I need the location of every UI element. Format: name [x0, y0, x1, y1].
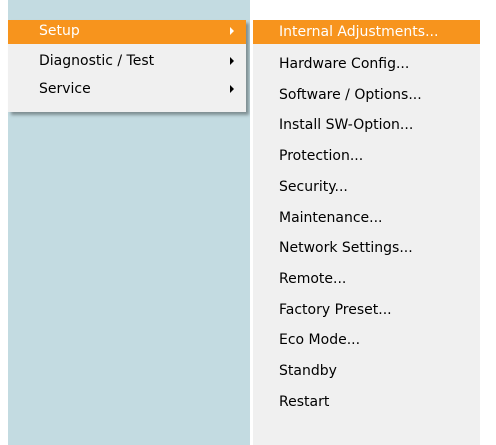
submenu-item-internal-adjustments[interactable]: Internal Adjustments...: [253, 20, 480, 44]
menu-item-label: Diagnostic / Test: [39, 53, 155, 69]
submenu-item-label: Eco Mode...: [279, 332, 361, 348]
submenu-item-label: Restart: [279, 394, 330, 410]
menu-item-service[interactable]: Service: [8, 78, 246, 102]
submenu-arrow-icon: [230, 27, 234, 35]
submenu-item-software-options[interactable]: Software / Options...: [253, 83, 480, 107]
submenu-item-label: Software / Options...: [279, 87, 422, 103]
menu-item-label: Setup: [39, 23, 80, 39]
submenu-item-security[interactable]: Security...: [253, 175, 480, 199]
submenu-item-label: Network Settings...: [279, 240, 413, 256]
submenu-item-factory-preset[interactable]: Factory Preset...: [253, 298, 480, 322]
submenu-arrow-icon: [230, 85, 234, 93]
menu-item-diagnostic-test[interactable]: Diagnostic / Test: [8, 50, 246, 74]
submenu-item-hardware-config[interactable]: Hardware Config...: [253, 52, 480, 76]
submenu-item-install-sw-option[interactable]: Install SW-Option...: [253, 113, 480, 137]
submenu-item-label: Install SW-Option...: [279, 117, 414, 133]
main-menu: Setup Diagnostic / Test Service: [8, 20, 246, 112]
submenu-item-restart[interactable]: Restart: [253, 390, 480, 414]
menu-item-setup[interactable]: Setup: [8, 20, 246, 44]
submenu-item-label: Remote...: [279, 271, 347, 287]
submenu-item-network-settings[interactable]: Network Settings...: [253, 236, 480, 260]
submenu-item-maintenance[interactable]: Maintenance...: [253, 206, 480, 230]
submenu-item-label: Standby: [279, 363, 337, 379]
submenu-item-label: Factory Preset...: [279, 302, 392, 318]
setup-submenu: Internal Adjustments... Hardware Config.…: [250, 20, 480, 445]
submenu-item-label: Protection...: [279, 148, 364, 164]
submenu-arrow-icon: [230, 57, 234, 65]
submenu-item-label: Security...: [279, 179, 348, 195]
submenu-item-label: Hardware Config...: [279, 56, 410, 72]
submenu-item-standby[interactable]: Standby: [253, 359, 480, 383]
submenu-item-label: Maintenance...: [279, 210, 383, 226]
submenu-item-eco-mode[interactable]: Eco Mode...: [253, 328, 480, 352]
submenu-item-protection[interactable]: Protection...: [253, 144, 480, 168]
submenu-item-remote[interactable]: Remote...: [253, 267, 480, 291]
submenu-item-label: Internal Adjustments...: [279, 24, 439, 40]
menu-item-label: Service: [39, 81, 91, 97]
